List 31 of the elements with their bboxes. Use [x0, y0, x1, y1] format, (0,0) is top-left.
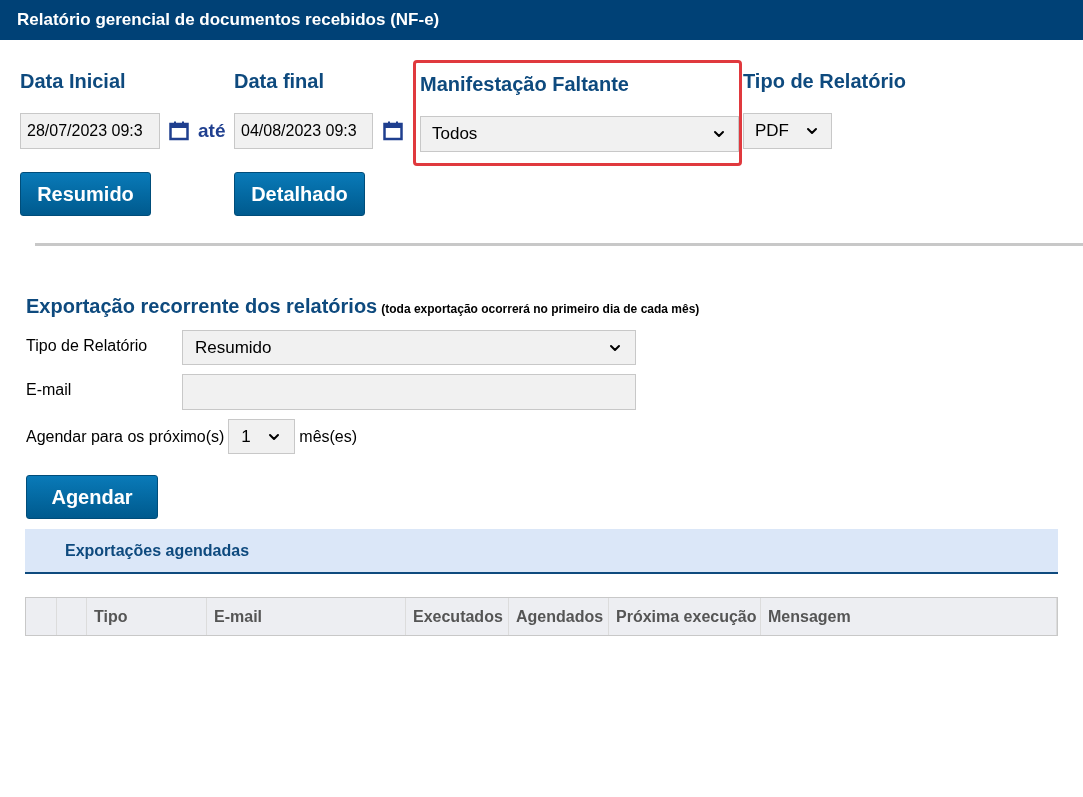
date-field[interactable]: 04/08/2023 09:3 — [234, 113, 373, 149]
panel-title: Exportações agendadas — [65, 540, 250, 561]
field-label: Tipo de Relatório — [743, 69, 906, 94]
report-type-select[interactable]: PDF — [743, 113, 832, 149]
calendar-icon[interactable] — [383, 121, 403, 141]
range-separator: até — [198, 118, 226, 143]
report-button[interactable]: Resumido — [20, 172, 151, 216]
page-title: Relatório gerencial de documentos recebidos (NF-e) — [17, 9, 440, 32]
column-header: Agendados — [516, 606, 604, 627]
email-field[interactable] — [182, 374, 636, 410]
calendar-icon[interactable] — [169, 121, 189, 141]
report-button[interactable]: Agendar — [26, 475, 158, 519]
report-type-select[interactable]: Resumido — [182, 330, 636, 365]
report-button[interactable]: Detalhado — [234, 172, 365, 216]
field-label: Manifestação Faltante — [420, 72, 630, 97]
field-label: E-mail — [26, 380, 73, 400]
date-field[interactable]: 28/07/2023 09:3 — [20, 113, 160, 149]
column-header: Executados — [413, 606, 503, 627]
field-label: Data final — [234, 69, 326, 94]
column-header: Próxima execução — [616, 606, 757, 627]
column-header: Mensagem — [768, 606, 851, 627]
field-label: Tipo de Relatório — [26, 335, 149, 356]
field-label: Agendar para os próximo(s) — [26, 426, 225, 447]
field-label: Data Inicial — [20, 69, 127, 94]
column-header: E-mail — [214, 606, 262, 627]
manifestation-select[interactable]: Todos — [420, 116, 739, 152]
column-header: Tipo — [94, 606, 128, 627]
section-note: (toda exportação ocorrerá no primeiro dia de cada mês) — [381, 301, 700, 318]
field-label: mês(es) — [299, 426, 358, 447]
section-title: Exportação recorrente dos relatórios — [26, 294, 378, 319]
months-select[interactable]: 1 — [228, 419, 296, 454]
